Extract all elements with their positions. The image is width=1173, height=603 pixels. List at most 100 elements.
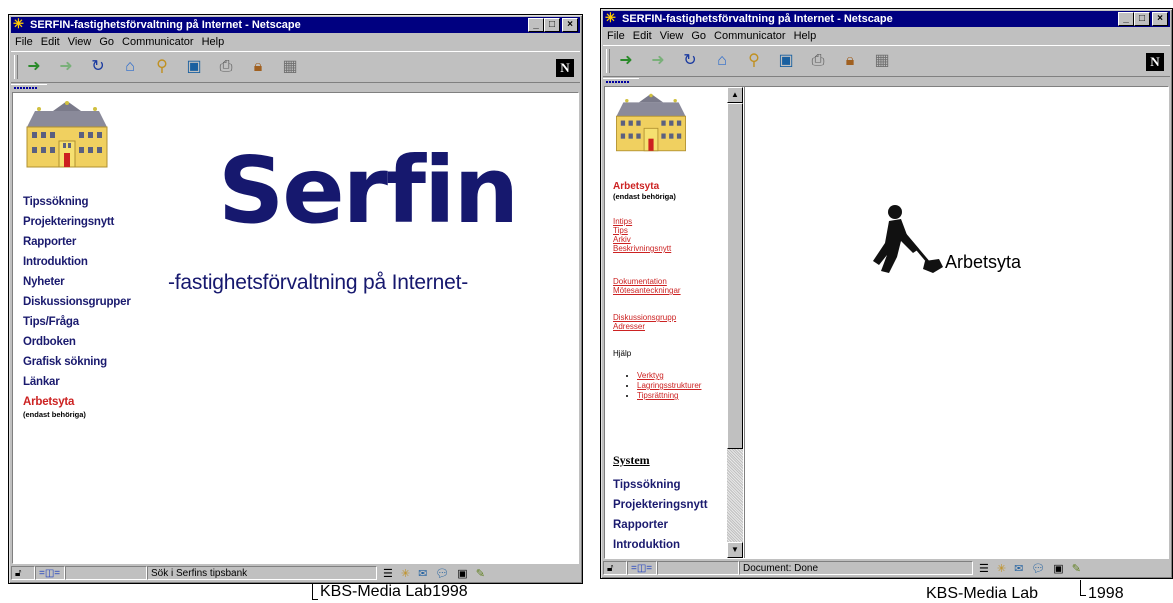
component-bar-icon[interactable]: ☰ — [383, 567, 393, 580]
progress-indicator — [65, 566, 147, 580]
link-diskussionsgrupp[interactable]: Diskussionsgrupp — [613, 313, 676, 322]
title-bar[interactable]: SERFIN-fastighetsförvaltning på Internet… — [603, 11, 1170, 27]
maximize-button[interactable]: □ — [1134, 12, 1150, 26]
component-bar-icon[interactable]: ☰ — [979, 562, 989, 575]
edit-icon[interactable]: ✎ — [1072, 562, 1081, 575]
nav-link-diskussionsgrupper[interactable]: Diskussionsgrupper — [23, 296, 131, 316]
reload-icon[interactable]: ↻ — [679, 50, 701, 72]
link-tips[interactable]: Tips — [613, 226, 671, 235]
search-icon[interactable]: ⚲ — [151, 56, 173, 78]
workspace-link[interactable]: Arbetsyta — [613, 181, 659, 192]
menu-help[interactable]: Help — [794, 30, 817, 42]
menu-view[interactable]: View — [68, 36, 92, 48]
help-link-verktyg[interactable]: Verktyg — [637, 371, 664, 380]
security-status-icon[interactable]: 🔓︎ — [11, 566, 35, 580]
nav-link-projekteringsnytt[interactable]: Projekteringsnytt — [613, 495, 708, 515]
menu-communicator[interactable]: Communicator — [714, 30, 786, 42]
mail-icon[interactable]: ✉ — [418, 567, 427, 580]
print-icon[interactable]: ⎙ — [215, 56, 237, 78]
caption-left: KBS-Media Lab1998 — [320, 583, 468, 600]
link-adresser[interactable]: Adresser — [613, 322, 676, 331]
print-icon[interactable]: ⎙ — [807, 50, 829, 72]
menu-view[interactable]: View — [660, 30, 684, 42]
menu-file[interactable]: File — [607, 30, 625, 42]
menu-edit[interactable]: Edit — [41, 36, 60, 48]
netscape-logo-icon[interactable]: N — [1146, 53, 1164, 71]
back-icon[interactable]: ➜ — [615, 50, 637, 72]
location-toolbar-tab[interactable] — [11, 84, 47, 91]
main-navigation: Tipssökning Projekteringsnytt Rapporter … — [23, 196, 131, 419]
system-navigation: Tipssökning Projekteringsnytt Rapporter … — [613, 475, 708, 555]
workspace-links-group1: Intips Tips Arkiv Beskrivningsnytt — [613, 217, 671, 253]
back-icon[interactable]: ➜ — [23, 56, 45, 78]
link-beskrivningsnytt[interactable]: Beskrivningsnytt — [613, 244, 671, 253]
menu-go[interactable]: Go — [99, 36, 114, 48]
location-toolbar-tab[interactable] — [603, 78, 639, 85]
link-dokumentation[interactable]: Dokumentation — [613, 277, 681, 286]
reload-icon[interactable]: ↻ — [87, 56, 109, 78]
nav-link-projekteringsnytt[interactable]: Projekteringsnytt — [23, 216, 131, 236]
nav-link-introduktion[interactable]: Introduktion — [23, 256, 131, 276]
help-link-lagringsstrukturer[interactable]: Lagringsstrukturer — [637, 381, 701, 390]
scroll-thumb[interactable] — [727, 103, 743, 449]
toolbar-grip[interactable] — [14, 55, 18, 79]
security-status-icon[interactable]: 🔓︎ — [603, 561, 627, 575]
nav-link-rapporter[interactable]: Rapporter — [613, 515, 708, 535]
netscape-logo-icon[interactable]: N — [556, 59, 574, 77]
menu-help[interactable]: Help — [202, 36, 225, 48]
security-icon[interactable]: 🔒︎ — [839, 50, 861, 72]
home-icon[interactable]: ⌂ — [711, 50, 733, 72]
composer-icon[interactable]: ▣ — [457, 567, 467, 580]
nav-link-nyheter[interactable]: Nyheter — [23, 276, 131, 296]
discussions-icon[interactable]: 💬︎ — [435, 567, 449, 580]
nav-link-grafisk-sokning[interactable]: Grafisk sökning — [23, 356, 131, 376]
scroll-up-button[interactable]: ▲ — [727, 87, 743, 103]
nav-link-introduktion[interactable]: Introduktion — [613, 535, 708, 555]
minimize-button[interactable]: _ — [1118, 12, 1134, 26]
navigation-frame-scrollbar[interactable]: ▲ ▼ — [727, 87, 743, 558]
home-icon[interactable]: ⌂ — [119, 56, 141, 78]
search-icon[interactable]: ⚲ — [743, 50, 765, 72]
link-intips[interactable]: Intips — [613, 217, 671, 226]
workspace-links-group2: Dokumentation Mötesanteckningar — [613, 277, 681, 295]
forward-icon[interactable]: ➜ — [55, 56, 77, 78]
scroll-down-button[interactable]: ▼ — [727, 542, 743, 558]
maximize-button[interactable]: □ — [544, 18, 560, 32]
security-icon[interactable]: 🔒︎ — [247, 56, 269, 78]
netscape-guide-icon[interactable]: ▣ — [775, 50, 797, 72]
forward-icon[interactable]: ➜ — [647, 50, 669, 72]
menu-edit[interactable]: Edit — [633, 30, 652, 42]
navigator-icon[interactable]: ✳ — [401, 567, 410, 580]
browser-window-home: SERFIN-fastighetsförvaltning på Internet… — [8, 14, 583, 584]
edit-icon[interactable]: ✎ — [476, 567, 485, 580]
workspace-links-group3: Diskussionsgrupp Adresser — [613, 313, 676, 331]
menu-communicator[interactable]: Communicator — [122, 36, 194, 48]
stop-icon[interactable]: ▦ — [871, 50, 893, 72]
nav-link-tipssokning[interactable]: Tipssökning — [613, 475, 708, 495]
menu-go[interactable]: Go — [691, 30, 706, 42]
status-text: Sök i Serfins tipsbank — [147, 566, 377, 580]
close-button[interactable]: × — [1152, 12, 1168, 26]
help-link-tipsrattning[interactable]: Tipsrättning — [637, 391, 679, 400]
discussions-icon[interactable]: 💬︎ — [1031, 562, 1045, 575]
navigator-icon[interactable]: ✳ — [997, 562, 1006, 575]
netscape-guide-icon[interactable]: ▣ — [183, 56, 205, 78]
nav-link-rapporter[interactable]: Rapporter — [23, 236, 131, 256]
serfin-logo-title: Serfin — [218, 137, 519, 244]
manor-house-logo — [616, 93, 686, 152]
minimize-button[interactable]: _ — [528, 18, 544, 32]
nav-link-tipssokning[interactable]: Tipssökning — [23, 196, 131, 216]
composer-icon[interactable]: ▣ — [1053, 562, 1063, 575]
link-motesanteckningar[interactable]: Mötesanteckningar — [613, 286, 681, 295]
stop-icon[interactable]: ▦ — [279, 56, 301, 78]
close-button[interactable]: × — [562, 18, 578, 32]
nav-link-lankar[interactable]: Länkar — [23, 376, 131, 396]
menu-file[interactable]: File — [15, 36, 33, 48]
mail-icon[interactable]: ✉ — [1014, 562, 1023, 575]
toolbar-grip[interactable] — [606, 49, 610, 73]
link-arkiv[interactable]: Arkiv — [613, 235, 671, 244]
nav-link-tips-fraga[interactable]: Tips/Fråga — [23, 316, 131, 336]
nav-link-arbetsyta[interactable]: Arbetsyta — [23, 396, 131, 410]
nav-link-ordboken[interactable]: Ordboken — [23, 336, 131, 356]
title-bar[interactable]: SERFIN-fastighetsförvaltning på Internet… — [11, 17, 580, 33]
